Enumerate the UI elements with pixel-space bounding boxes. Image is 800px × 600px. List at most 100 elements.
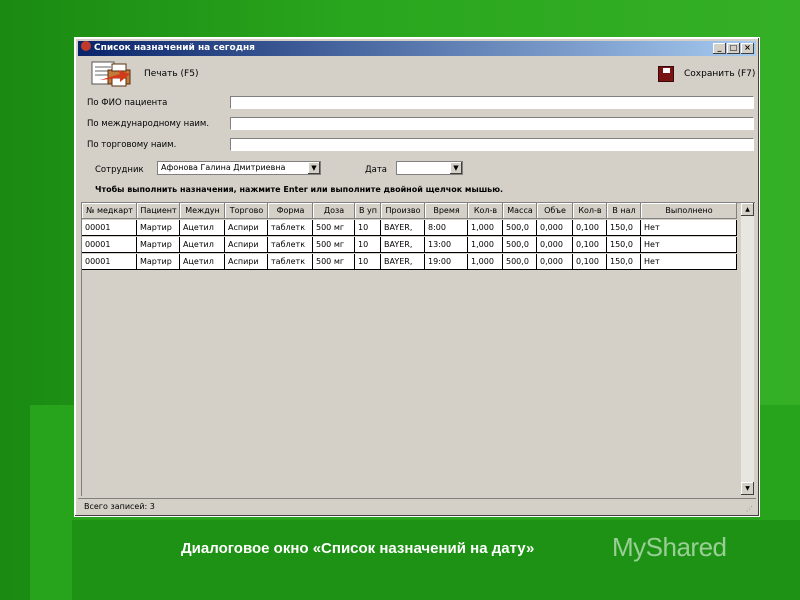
window-title: Список назначений на сегодня [94, 43, 255, 53]
table-cell: Нет [641, 220, 737, 236]
grid-header: № медкарт Пациент Междун Торгово Форма Д… [82, 203, 737, 219]
column-header[interactable]: Объе [537, 203, 573, 219]
table-cell: 13:00 [425, 237, 468, 253]
table-cell: 0,100 [573, 254, 607, 270]
column-header[interactable]: Кол-в [573, 203, 607, 219]
table-cell: 00001 [82, 237, 137, 253]
table-cell: таблетк [268, 237, 313, 253]
toolbar: Печать (F5) Сохранить (F7) [78, 57, 756, 93]
table-cell: Аспири [225, 237, 268, 253]
table-cell: Нет [641, 237, 737, 253]
table-cell: Аспири [225, 220, 268, 236]
table-cell: 500 мг [313, 237, 355, 253]
table-cell: 0,000 [537, 254, 573, 270]
table-cell: 150,0 [607, 254, 641, 270]
table-cell: 500,0 [503, 254, 537, 270]
table-cell: Мартир [137, 220, 180, 236]
employee-select[interactable]: Афонова Галина Дмитриевна ▼ [157, 161, 321, 175]
table-cell: Нет [641, 254, 737, 270]
table-cell: 0,000 [537, 237, 573, 253]
table-cell: 150,0 [607, 220, 641, 236]
table-cell: 500,0 [503, 220, 537, 236]
table-cell: таблетк [268, 220, 313, 236]
table-cell: Мартир [137, 237, 180, 253]
table-cell: таблетк [268, 254, 313, 270]
trade-name-filter-label: По торговому наим. [87, 140, 177, 150]
table-cell: 00001 [82, 254, 137, 270]
table-cell: 500 мг [313, 254, 355, 270]
assignments-grid: № медкарт Пациент Междун Торгово Форма Д… [81, 202, 755, 496]
status-bar: Всего записей: 3 ⋰ [78, 498, 756, 513]
save-icon[interactable] [658, 66, 674, 82]
slide-caption: Диалоговое окно «Список назначений на да… [181, 540, 535, 557]
chevron-down-icon[interactable]: ▼ [308, 162, 320, 174]
table-cell: 0,100 [573, 220, 607, 236]
table-cell: 1,000 [468, 254, 503, 270]
save-button[interactable]: Сохранить (F7) [684, 69, 755, 79]
patient-filter-input[interactable] [230, 96, 754, 109]
patient-filter-label: По ФИО пациента [87, 98, 168, 108]
table-cell: 500 мг [313, 220, 355, 236]
table-cell: Аспири [225, 254, 268, 270]
table-cell: 500,0 [503, 237, 537, 253]
dialog-window: Список назначений на сегодня _ □ × Печат… [74, 37, 760, 517]
column-header[interactable]: Масса [503, 203, 537, 219]
intl-name-filter-input[interactable] [230, 117, 754, 130]
app-icon [81, 41, 91, 51]
scroll-down-icon[interactable]: ▼ [741, 482, 754, 495]
title-bar[interactable]: Список назначений на сегодня _ □ × [78, 41, 756, 56]
column-header[interactable]: Кол-в [468, 203, 503, 219]
scroll-up-icon[interactable]: ▲ [741, 203, 754, 216]
column-header[interactable]: Доза [313, 203, 355, 219]
table-cell: 1,000 [468, 220, 503, 236]
column-header[interactable]: Пациент [137, 203, 180, 219]
table-cell: 10 [355, 220, 381, 236]
column-header[interactable]: Выполнено [641, 203, 737, 219]
column-header[interactable]: № медкарт [82, 203, 137, 219]
table-cell: 150,0 [607, 237, 641, 253]
intl-name-filter-label: По международному наим. [87, 119, 210, 129]
table-cell: 19:00 [425, 254, 468, 270]
watermark-logo: MyShared [612, 532, 727, 562]
print-button[interactable]: Печать (F5) [144, 69, 198, 79]
column-header[interactable]: Торгово [225, 203, 268, 219]
employee-label: Сотрудник [95, 165, 144, 175]
printer-icon[interactable] [90, 60, 136, 88]
maximize-button[interactable]: □ [727, 43, 740, 54]
table-cell: 0,000 [537, 220, 573, 236]
table-cell: Ацетил [180, 254, 225, 270]
table-row[interactable]: 00001 Мартир Ацетил Аспири таблетк 500 м… [82, 237, 737, 253]
close-button[interactable]: × [741, 43, 754, 54]
resize-grip-icon[interactable]: ⋰ [746, 502, 753, 517]
vertical-scrollbar[interactable]: ▲ ▼ [741, 203, 754, 495]
table-cell: 10 [355, 254, 381, 270]
chevron-down-icon[interactable]: ▼ [450, 162, 462, 174]
table-cell: BAYER, [381, 220, 425, 236]
column-header[interactable]: Время [425, 203, 468, 219]
table-cell: Мартир [137, 254, 180, 270]
column-header[interactable]: Произво [381, 203, 425, 219]
column-header[interactable]: Междун [180, 203, 225, 219]
table-cell: 8:00 [425, 220, 468, 236]
instruction-hint: Чтобы выполнить назначения, нажмите Ente… [95, 185, 504, 194]
date-select[interactable]: ▼ [396, 161, 463, 175]
date-label: Дата [365, 165, 388, 175]
table-cell: 10 [355, 237, 381, 253]
table-row[interactable]: 00001 Мартир Ацетил Аспири таблетк 500 м… [82, 220, 737, 236]
table-cell: 1,000 [468, 237, 503, 253]
table-row[interactable]: 00001 Мартир Ацетил Аспири таблетк 500 м… [82, 254, 737, 270]
window-controls: _ □ × [713, 43, 754, 54]
employee-value: Афонова Галина Дмитриевна [161, 163, 286, 172]
trade-name-filter-input[interactable] [230, 138, 754, 151]
table-cell: Ацетил [180, 237, 225, 253]
column-header[interactable]: В нал [607, 203, 641, 219]
table-cell: 0,100 [573, 237, 607, 253]
column-header[interactable]: Форма [268, 203, 313, 219]
table-cell: BAYER, [381, 237, 425, 253]
table-cell: BAYER, [381, 254, 425, 270]
table-cell: 00001 [82, 220, 137, 236]
column-header[interactable]: В уп [355, 203, 381, 219]
record-count: Всего записей: 3 [84, 502, 155, 511]
minimize-button[interactable]: _ [713, 43, 726, 54]
table-cell: Ацетил [180, 220, 225, 236]
